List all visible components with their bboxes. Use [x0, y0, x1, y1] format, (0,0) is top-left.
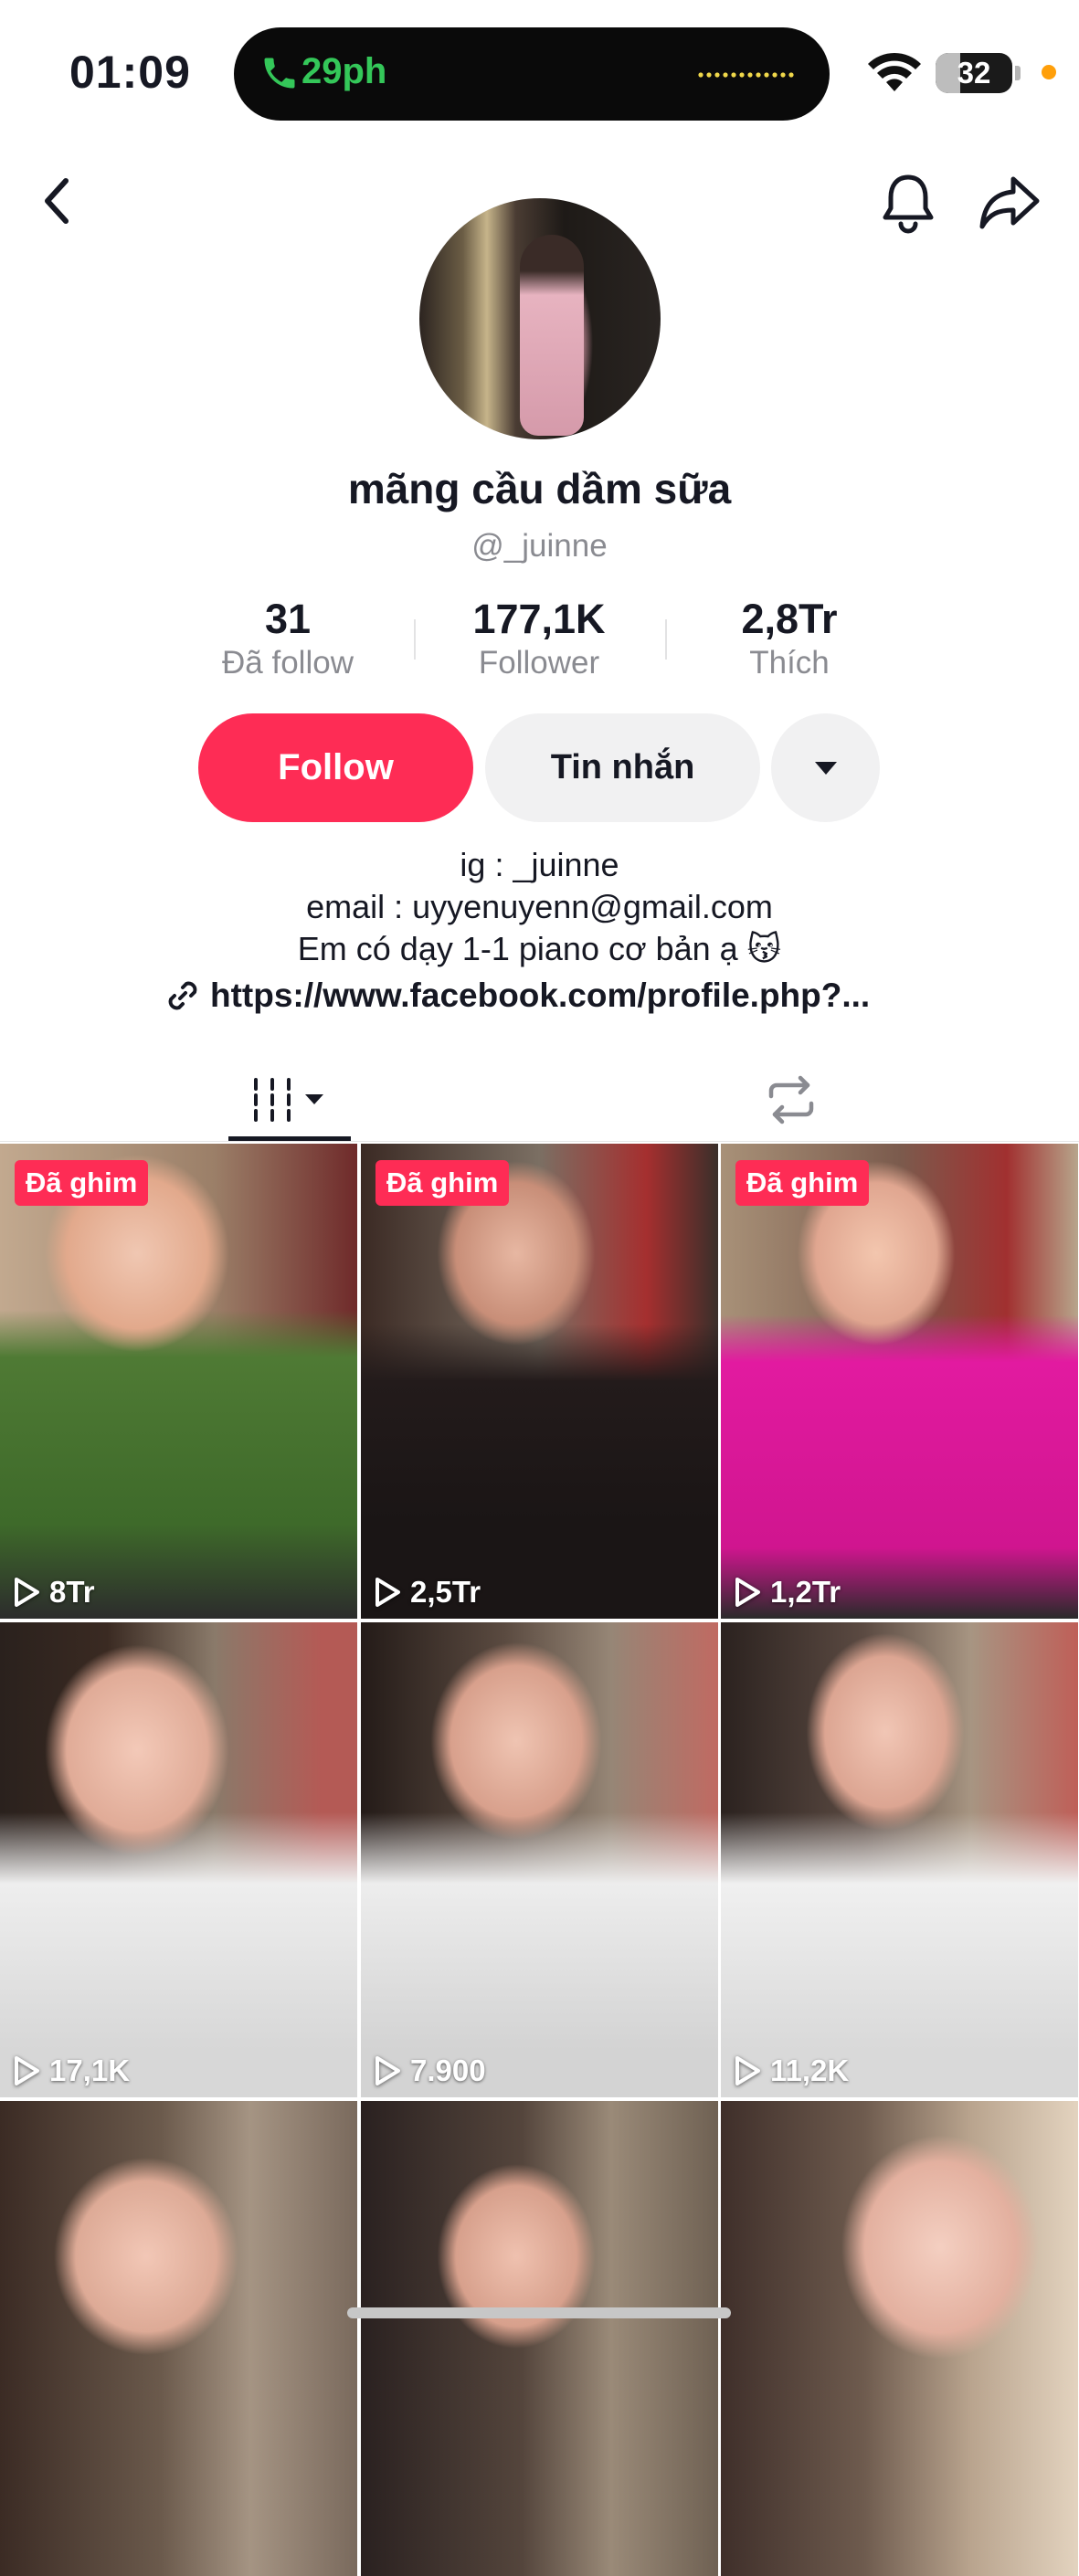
video-thumbnail	[361, 1622, 718, 2097]
stat-followers[interactable]: 177,1K Follower	[429, 596, 649, 681]
bell-icon	[883, 174, 934, 234]
link-icon	[168, 981, 197, 1010]
view-count-text: 17,1K	[49, 2053, 131, 2087]
play-outline-icon	[735, 1578, 760, 1607]
avatar-figure	[520, 235, 584, 436]
view-count: 2,5Tr	[374, 1575, 481, 1610]
wifi-icon	[868, 52, 921, 91]
play-outline-icon	[376, 1578, 400, 1607]
play-outline-icon	[735, 2056, 760, 2085]
video-thumbnail	[361, 2101, 718, 2576]
bio-link[interactable]: https://www.facebook.com/profile.php?...	[164, 977, 870, 1015]
video-tile[interactable]	[0, 2101, 357, 2576]
tab-reposts[interactable]	[749, 1058, 833, 1142]
stat-following[interactable]: 31 Đã follow	[178, 596, 397, 681]
video-tile[interactable]: 7.900	[361, 1622, 718, 2097]
call-duration: 29ph	[301, 51, 387, 91]
pinned-badge: Đã ghim	[15, 1160, 149, 1206]
display-name: mãng cầu dầm sữa	[347, 465, 732, 512]
back-button[interactable]	[22, 164, 95, 238]
play-outline-icon	[376, 2056, 400, 2085]
repost-icon	[768, 1075, 814, 1124]
stat-likes[interactable]: 2,8Tr Thích	[680, 596, 899, 681]
video-tile[interactable]: Đã ghim 2,5Tr	[361, 1144, 718, 1619]
caret-down-icon	[814, 761, 837, 775]
view-count: 1,2Tr	[734, 1575, 841, 1610]
bio-tagline: Em có dạy 1-1 piano cơ bản ạ 😽	[297, 930, 782, 967]
video-thumbnail	[0, 1622, 357, 2097]
status-time: 01:09	[69, 47, 191, 98]
video-tile[interactable]: 17,1K	[0, 1622, 357, 2097]
message-button[interactable]: Tin nhắn	[485, 713, 760, 822]
avatar[interactable]	[419, 198, 661, 439]
video-thumbnail	[0, 2101, 357, 2576]
view-count: 11,2K	[734, 2053, 849, 2088]
microphone-indicator-dot	[1042, 65, 1056, 79]
bio-instagram: ig : _juinne	[460, 846, 619, 883]
view-count-text: 11,2K	[770, 2053, 850, 2087]
tabs-divider	[0, 1141, 1079, 1142]
battery-level: 32	[957, 56, 991, 90]
stat-divider	[414, 619, 416, 660]
view-count-text: 7.900	[410, 2053, 486, 2087]
video-tile[interactable]: Đã ghim 8Tr	[0, 1144, 357, 1619]
stat-likes-label: Thích	[749, 645, 830, 681]
video-thumbnail	[721, 1144, 1078, 1619]
pinned-badge: Đã ghim	[735, 1160, 870, 1206]
audio-waveform-icon	[698, 72, 794, 78]
follow-button[interactable]: Follow	[198, 713, 473, 822]
stat-likes-value: 2,8Tr	[741, 596, 838, 642]
bio-link-text: https://www.facebook.com/profile.php?...	[210, 977, 871, 1014]
video-tile[interactable]	[361, 2101, 718, 2576]
video-tile[interactable]	[721, 2101, 1078, 2576]
tab-videos[interactable]	[228, 1058, 351, 1142]
stat-following-label: Đã follow	[222, 645, 354, 681]
stat-followers-label: Follower	[478, 645, 600, 681]
share-button[interactable]	[968, 164, 1051, 241]
chevron-left-icon	[45, 178, 69, 224]
share-arrow-icon	[979, 176, 1040, 229]
grid-bars-icon	[254, 1078, 323, 1122]
view-count: 8Tr	[13, 1575, 95, 1610]
play-outline-icon	[15, 2056, 39, 2085]
play-outline-icon	[15, 1578, 39, 1607]
video-tile[interactable]: Đã ghim 1,2Tr	[721, 1144, 1078, 1619]
view-count: 17,1K	[13, 2053, 130, 2088]
video-tile[interactable]: 11,2K	[721, 1622, 1078, 2097]
stat-followers-value: 177,1K	[472, 596, 606, 642]
bio-email: email : uyyenuyenn@gmail.com	[306, 888, 773, 925]
video-thumbnail	[0, 1144, 357, 1619]
pinned-badge: Đã ghim	[376, 1160, 510, 1206]
battery-cap	[1015, 66, 1021, 80]
video-thumbnail	[721, 1622, 1078, 2097]
stat-following-value: 31	[264, 596, 312, 642]
home-indicator[interactable]	[347, 2307, 731, 2318]
view-count: 7.900	[374, 2053, 486, 2088]
username: @_juinne	[471, 528, 608, 564]
video-thumbnail	[721, 2101, 1078, 2576]
suggested-accounts-button[interactable]	[771, 713, 880, 822]
view-count-text: 8Tr	[49, 1575, 95, 1609]
video-thumbnail	[361, 1144, 718, 1619]
battery-indicator: 32	[936, 53, 1012, 93]
stat-divider	[665, 619, 667, 660]
view-count-text: 1,2Tr	[770, 1575, 841, 1609]
view-count-text: 2,5Tr	[410, 1575, 481, 1609]
notification-bell-button[interactable]	[870, 164, 947, 241]
phone-icon	[264, 58, 295, 89]
